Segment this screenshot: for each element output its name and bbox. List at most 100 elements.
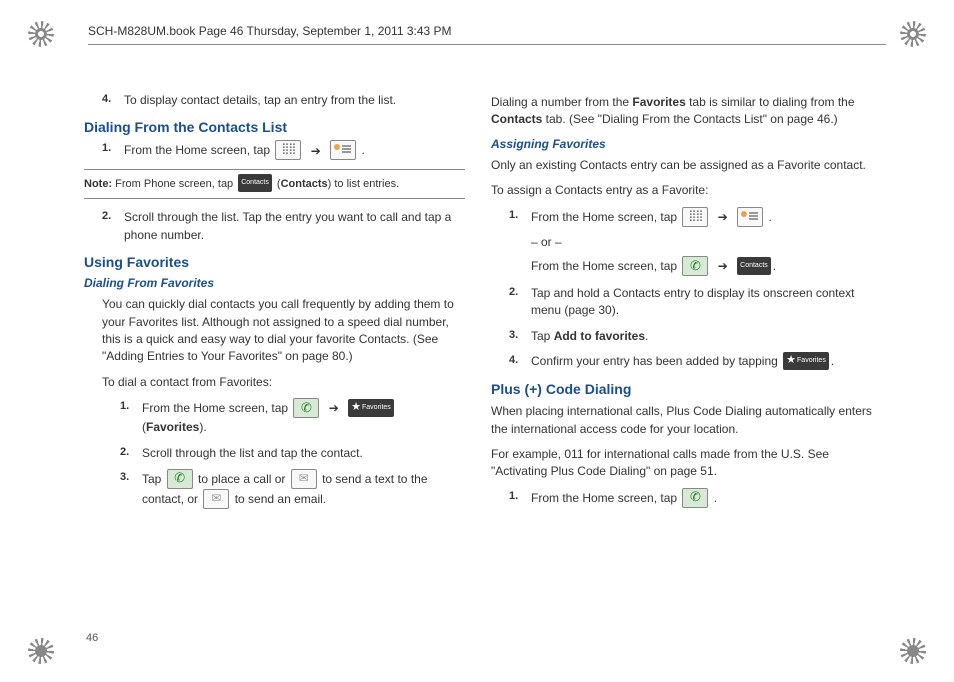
step-number: 4.: [509, 353, 531, 371]
contacts-dark-icon: Contacts: [238, 174, 272, 192]
text: From Phone screen, tap: [115, 178, 236, 190]
step: 1. From the Home screen, tap ➔ .: [102, 141, 465, 161]
step-text: Scroll through the list. Tap the entry y…: [124, 209, 465, 244]
step: 1. From the Home screen, tap ➔ ★Favorite…: [120, 399, 465, 436]
step-text: Tap and hold a Contacts entry to display…: [531, 285, 872, 320]
step: 2. Tap and hold a Contacts entry to disp…: [509, 285, 872, 320]
step: 3. Tap to place a call or to send a text…: [120, 470, 465, 510]
bold-text: Add to favorites: [554, 329, 645, 343]
icon-label: Favorites: [362, 403, 391, 413]
paragraph: You can quickly dial contacts you call f…: [102, 296, 465, 366]
arrow-icon: ➔: [718, 210, 728, 224]
step: 1. From the Home screen, tap .: [509, 489, 872, 509]
contacts-icon: [737, 207, 763, 227]
envelope-icon: [203, 489, 229, 509]
text: tab. (See "Dialing From the Contacts Lis…: [542, 112, 837, 126]
arrow-icon: ➔: [718, 259, 728, 273]
step-number: 2.: [102, 209, 124, 244]
paragraph: To assign a Contacts entry as a Favorite…: [491, 182, 872, 199]
favorites-dark-icon: ★Favorites: [348, 399, 394, 417]
text: .: [773, 259, 776, 273]
icon-label: Contacts: [740, 261, 768, 271]
header-rule: [88, 44, 886, 45]
section-title: Dialing From the Contacts List: [84, 119, 465, 135]
step-number: 1.: [102, 141, 124, 161]
gear-icon: [900, 638, 926, 664]
text: ).: [199, 420, 206, 434]
phone-icon: [167, 469, 193, 489]
contacts-icon: [330, 140, 356, 160]
header-text: SCH-M828UM.book Page 46 Thursday, Septem…: [88, 24, 886, 38]
text: ) to list entries.: [328, 178, 400, 190]
section-title: Plus (+) Code Dialing: [491, 381, 872, 397]
note-box: Note: From Phone screen, tap Contacts (C…: [84, 169, 465, 199]
step-number: 2.: [509, 285, 531, 320]
text: to send an email.: [235, 492, 326, 506]
paragraph: Only an existing Contacts entry can be a…: [491, 157, 872, 174]
bold-text: Contacts: [281, 178, 328, 190]
favorites-dark-icon: ★Favorites: [783, 352, 829, 370]
text: .: [831, 354, 834, 368]
text: .: [768, 210, 771, 224]
step-text: Scroll through the list and tap the cont…: [142, 445, 465, 462]
step-number: 1.: [509, 489, 531, 509]
step-number: 3.: [509, 328, 531, 345]
text: Tap: [142, 472, 165, 486]
left-column: 4. To display contact details, tap an en…: [84, 88, 465, 518]
apps-icon: [682, 207, 708, 227]
step-text: To display contact details, tap an entry…: [124, 92, 465, 109]
phone-icon: [682, 256, 708, 276]
paragraph: When placing international calls, Plus C…: [491, 403, 872, 438]
arrow-icon: ➔: [311, 144, 321, 158]
contacts-dark-icon: Contacts: [737, 257, 771, 275]
message-icon: [291, 469, 317, 489]
text: From the Home screen, tap: [531, 491, 680, 505]
note-label: Note:: [84, 178, 112, 190]
step-number: 3.: [120, 470, 142, 510]
text: From the Home screen, tap: [142, 401, 291, 415]
text: .: [645, 329, 648, 343]
page-number: 46: [86, 632, 98, 644]
section-title: Using Favorites: [84, 254, 465, 270]
step: 2. Scroll through the list and tap the c…: [120, 445, 465, 462]
right-column: Dialing a number from the Favorites tab …: [491, 88, 872, 518]
step-number: 1.: [120, 399, 142, 436]
icon-label: Favorites: [797, 356, 826, 366]
bold-text: Contacts: [491, 112, 542, 126]
gear-icon: [28, 638, 54, 664]
paragraph: For example, 011 for international calls…: [491, 446, 872, 481]
arrow-icon: ➔: [329, 401, 339, 415]
step-text: From the Home screen, tap .: [531, 489, 872, 509]
bold-text: Favorites: [632, 95, 685, 109]
step-number: 2.: [120, 445, 142, 462]
icon-label: Contacts: [241, 178, 269, 188]
step: 2. Scroll through the list. Tap the entr…: [102, 209, 465, 244]
step: 3. Tap Add to favorites.: [509, 328, 872, 345]
bold-text: Favorites: [146, 420, 199, 434]
page-header: SCH-M828UM.book Page 46 Thursday, Septem…: [28, 20, 926, 48]
or-divider: – or –: [531, 234, 872, 251]
text: tab is similar to dialing from the: [686, 95, 855, 109]
step: 4. To display contact details, tap an en…: [102, 92, 465, 109]
text: Tap: [531, 329, 554, 343]
text: Dialing a number from the: [491, 95, 632, 109]
text: to place a call or: [198, 472, 289, 486]
text: From the Home screen, tap: [124, 144, 273, 158]
step-text: From the Home screen, tap ➔ ★Favorites (…: [142, 399, 465, 436]
step-number: 4.: [102, 92, 124, 109]
step-number: 1.: [509, 208, 531, 277]
apps-icon: [275, 140, 301, 160]
step-text: Confirm your entry has been added by tap…: [531, 353, 872, 371]
step: 1. From the Home screen, tap ➔ . – or – …: [509, 208, 872, 277]
text: From the Home screen, tap: [531, 210, 680, 224]
step: 4. Confirm your entry has been added by …: [509, 353, 872, 371]
step-text: Tap to place a call or to send a text to…: [142, 470, 465, 510]
step-text: Tap Add to favorites.: [531, 328, 872, 345]
gear-icon: [28, 21, 54, 47]
phone-icon: [682, 488, 708, 508]
text: .: [714, 491, 717, 505]
text: .: [361, 144, 364, 158]
paragraph: To dial a contact from Favorites:: [102, 374, 465, 391]
text: From the Home screen, tap: [531, 259, 680, 273]
gear-icon: [900, 21, 926, 47]
